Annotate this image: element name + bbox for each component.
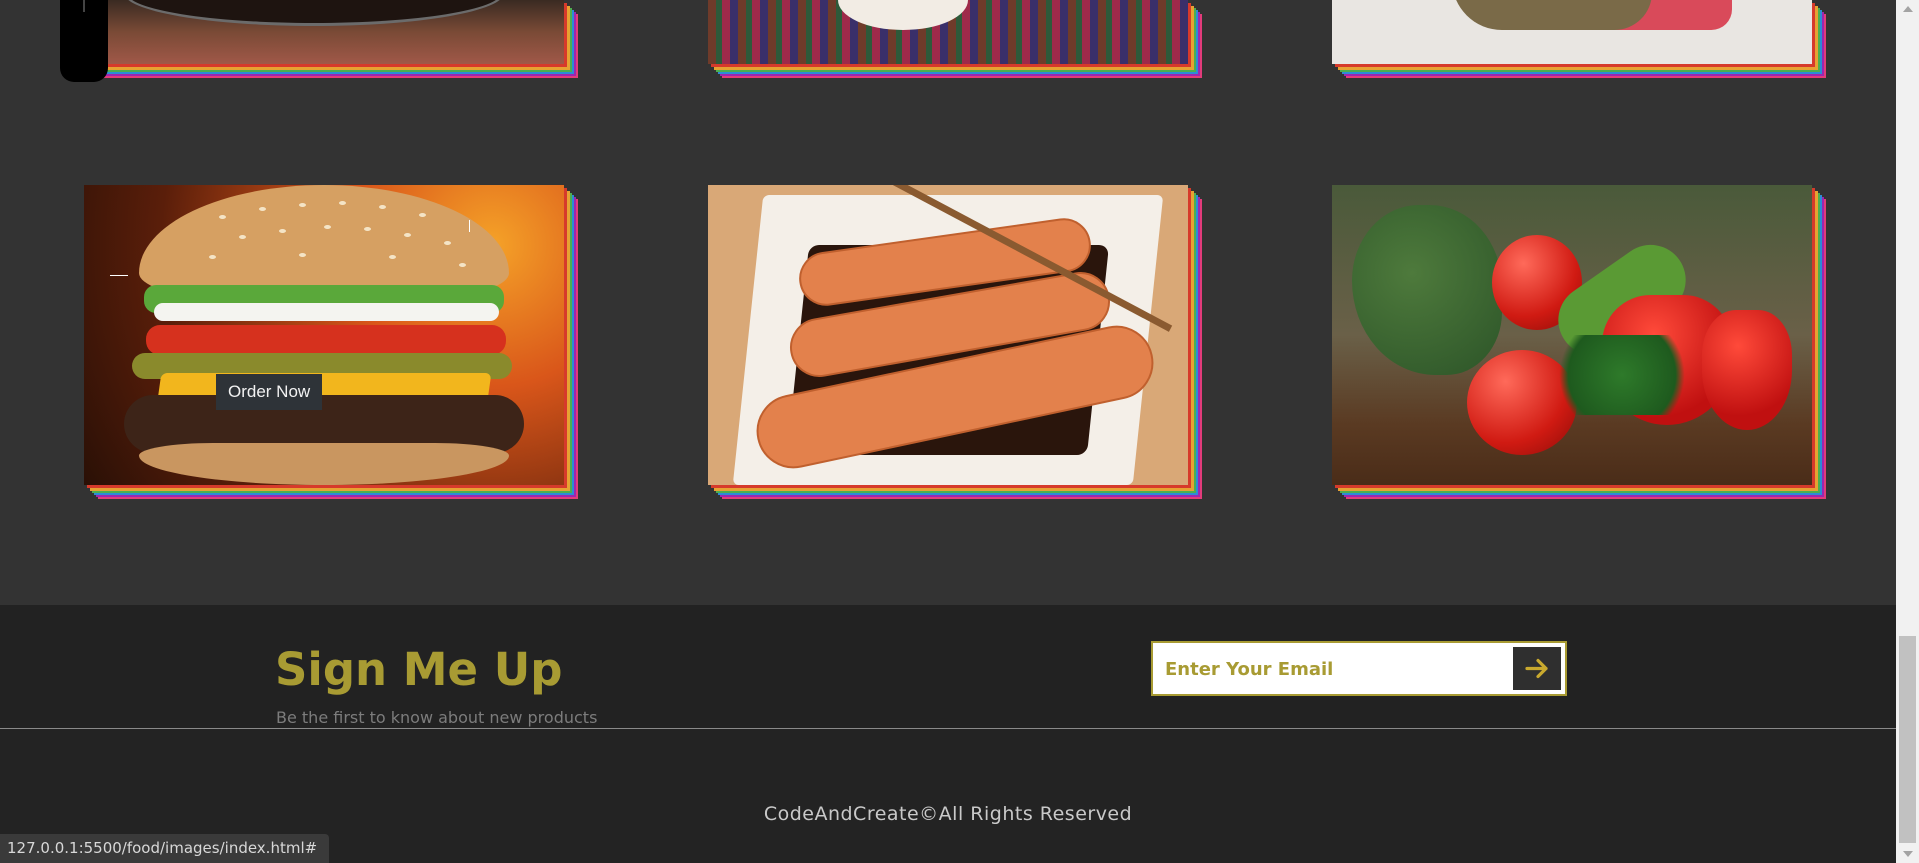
copyright-text: CodeAndCreate©All Rights Reserved — [763, 803, 1133, 825]
dessert-plate-photo — [84, 0, 564, 64]
burger-highlight-mark — [110, 275, 128, 276]
vertical-scrollbar[interactable] — [1896, 0, 1919, 863]
email-signup-form — [1151, 641, 1567, 696]
burger-onion — [154, 303, 499, 321]
salad-plate-photo — [1332, 0, 1812, 64]
scrollbar-thumb[interactable] — [1899, 636, 1916, 843]
food-card-dessert-plate[interactable] — [84, 0, 564, 64]
status-bar-url: 127.0.0.1:5500/food/images/index.html# — [0, 834, 330, 863]
burger-highlight-mark — [469, 220, 470, 232]
food-card-burger[interactable] — [84, 185, 564, 485]
page: Order Now Sign Me Up Be the first to kno… — [0, 0, 1896, 863]
salmon-photo — [708, 185, 1188, 485]
burger-bun-bottom — [139, 443, 509, 485]
arrow-right-icon — [1525, 658, 1548, 679]
food-card-cupcakes[interactable] — [708, 0, 1188, 64]
food-card-salmon[interactable] — [708, 185, 1188, 485]
signup-subtitle: Be the first to know about new products — [276, 708, 598, 727]
email-submit-button[interactable] — [1513, 647, 1561, 690]
food-gallery: Order Now — [0, 0, 1896, 605]
food-card-salad-plate[interactable] — [1332, 0, 1812, 64]
burger-bun-top — [139, 185, 509, 295]
burger-photo — [84, 185, 564, 485]
scroll-down-arrow-icon[interactable] — [1896, 846, 1919, 863]
parsley — [1542, 335, 1702, 415]
broccoli — [1352, 205, 1502, 375]
vegetables-photo — [1332, 185, 1812, 485]
food-card-vegetables[interactable] — [1332, 185, 1812, 485]
red-pepper — [1702, 310, 1792, 430]
cupcakes-photo — [708, 0, 1188, 64]
scroll-up-arrow-icon[interactable] — [1896, 0, 1919, 17]
email-input[interactable] — [1163, 643, 1507, 696]
burger-tomato — [146, 325, 506, 355]
signup-title: Sign Me Up — [275, 643, 563, 696]
signup-section: Sign Me Up Be the first to know about ne… — [0, 605, 1896, 729]
order-now-button[interactable]: Order Now — [216, 374, 323, 410]
mouse-scroll-indicator-icon — [60, 0, 108, 82]
